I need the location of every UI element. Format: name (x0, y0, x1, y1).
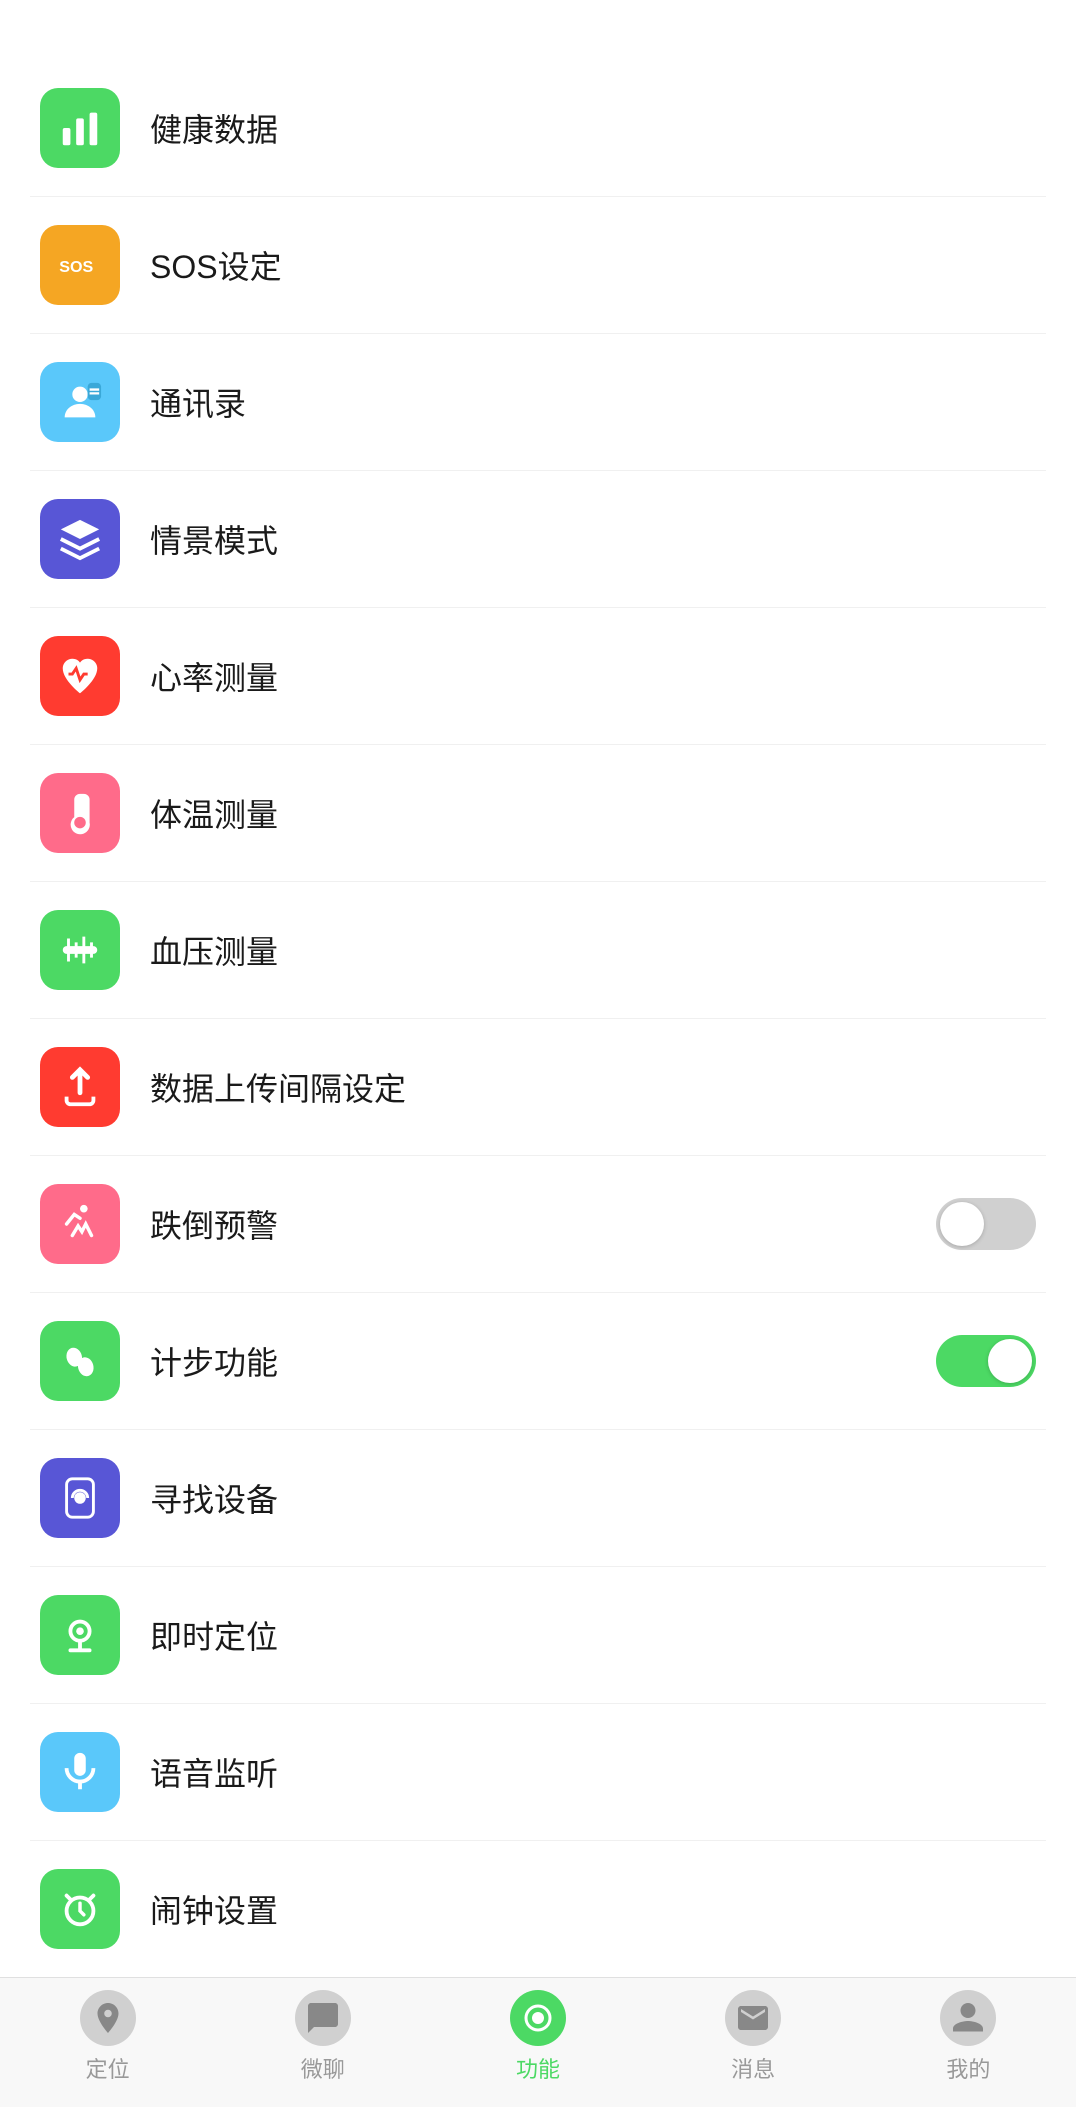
find-device-icon (40, 1458, 120, 1538)
fall-alert-toggle[interactable] (936, 1198, 1036, 1250)
scene-mode-icon (40, 499, 120, 579)
menu-item-fall-alert[interactable]: 跌倒预警 (30, 1156, 1046, 1293)
sos-settings-label: SOS设定 (150, 242, 1036, 288)
menu-item-temperature[interactable]: 体温测量 (30, 745, 1046, 882)
menu-item-find-device[interactable]: 寻找设备 (30, 1430, 1046, 1567)
health-data-label: 健康数据 (150, 105, 1036, 151)
heart-rate-label: 心率测量 (150, 653, 1036, 699)
tab-profile[interactable]: 我的 (940, 1990, 996, 2084)
audio-monitor-label: 语音监听 (150, 1749, 1036, 1795)
tab-features[interactable]: 功能 (510, 1990, 566, 2084)
fall-alert-icon (40, 1184, 120, 1264)
svg-text:SOS: SOS (59, 258, 93, 276)
menu-list: 健康数据 SOS SOS设定通讯录情景模式心率测量体温测量血压测量数据上传间隔设定跌… (0, 60, 1076, 1977)
contacts-icon (40, 362, 120, 442)
menu-item-heart-rate[interactable]: 心率测量 (30, 608, 1046, 745)
step-count-toggle[interactable] (936, 1335, 1036, 1387)
health-data-icon (40, 88, 120, 168)
contacts-label: 通讯录 (150, 379, 1036, 425)
find-device-label: 寻找设备 (150, 1475, 1036, 1521)
tab-bar: 定位 微聊 功能 消息 我的 (0, 1977, 1076, 2107)
fall-alert-label: 跌倒预警 (150, 1201, 936, 1247)
realtime-location-icon (40, 1595, 120, 1675)
menu-item-sos-settings[interactable]: SOS SOS设定 (30, 197, 1046, 334)
tab-location-icon (80, 1990, 136, 2046)
tab-profile-label: 我的 (946, 2052, 990, 2084)
audio-monitor-icon (40, 1732, 120, 1812)
blood-pressure-icon (40, 910, 120, 990)
alarm-clock-icon (40, 1869, 120, 1949)
menu-item-scene-mode[interactable]: 情景模式 (30, 471, 1046, 608)
tab-location[interactable]: 定位 (80, 1990, 136, 2084)
tab-features-icon (510, 1990, 566, 2046)
menu-item-realtime-location[interactable]: 即时定位 (30, 1567, 1046, 1704)
menu-item-contacts[interactable]: 通讯录 (30, 334, 1046, 471)
menu-item-alarm-clock[interactable]: 闹钟设置 (30, 1841, 1046, 1977)
temperature-label: 体温测量 (150, 790, 1036, 836)
tab-location-label: 定位 (86, 2052, 130, 2084)
tab-messages[interactable]: 消息 (725, 1990, 781, 2084)
tab-chat-icon (295, 1990, 351, 2046)
alarm-clock-label: 闹钟设置 (150, 1886, 1036, 1932)
menu-item-step-count[interactable]: 计步功能 (30, 1293, 1046, 1430)
tab-chat-label: 微聊 (301, 2052, 345, 2084)
tab-chat[interactable]: 微聊 (295, 1990, 351, 2084)
menu-item-health-data[interactable]: 健康数据 (30, 60, 1046, 197)
tab-profile-icon (940, 1990, 996, 2046)
temperature-icon (40, 773, 120, 853)
menu-item-upload-interval[interactable]: 数据上传间隔设定 (30, 1019, 1046, 1156)
step-count-icon (40, 1321, 120, 1401)
sos-settings-icon: SOS (40, 225, 120, 305)
menu-item-audio-monitor[interactable]: 语音监听 (30, 1704, 1046, 1841)
heart-rate-icon (40, 636, 120, 716)
upload-interval-label: 数据上传间隔设定 (150, 1064, 1036, 1110)
scene-mode-label: 情景模式 (150, 516, 1036, 562)
tab-messages-label: 消息 (731, 2052, 775, 2084)
step-count-label: 计步功能 (150, 1338, 936, 1384)
upload-interval-icon (40, 1047, 120, 1127)
blood-pressure-label: 血压测量 (150, 927, 1036, 973)
tab-messages-icon (725, 1990, 781, 2046)
menu-item-blood-pressure[interactable]: 血压测量 (30, 882, 1046, 1019)
page-title (0, 0, 1076, 60)
realtime-location-label: 即时定位 (150, 1612, 1036, 1658)
tab-features-label: 功能 (516, 2052, 560, 2084)
